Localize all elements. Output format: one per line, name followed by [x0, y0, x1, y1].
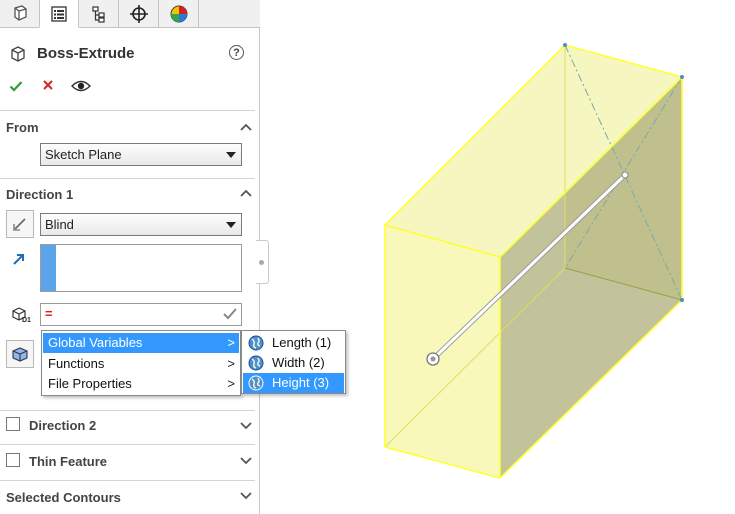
- crosshair-icon: [129, 5, 148, 23]
- chevron-down-icon[interactable]: [240, 457, 252, 465]
- vertex-point: [680, 298, 684, 302]
- end-condition-select[interactable]: Blind: [40, 213, 242, 236]
- section-title-direction2: Direction 2: [29, 418, 97, 433]
- chevron-up-icon[interactable]: [240, 189, 252, 197]
- property-manager-tab[interactable]: [39, 0, 79, 28]
- svg-text:D1: D1: [22, 317, 31, 323]
- graphics-viewport[interactable]: [270, 0, 735, 514]
- vertex-point: [680, 75, 684, 79]
- section-title-from: From: [6, 120, 39, 135]
- configuration-manager-tab[interactable]: [79, 0, 119, 28]
- section-title-thin-feature: Thin Feature: [29, 454, 108, 469]
- direction-selection-box[interactable]: [40, 244, 242, 292]
- equation-context-menu: Global Variables > Functions > File Prop…: [41, 330, 241, 396]
- global-variable-length[interactable]: Length (1): [243, 333, 344, 353]
- selection-active-stripe: [41, 245, 56, 291]
- direction2-checkbox[interactable]: [6, 417, 20, 431]
- equation-text: =: [45, 306, 53, 321]
- globe-icon: [248, 335, 264, 351]
- manager-tab-strip: [0, 0, 260, 28]
- section-title-direction1: Direction 1: [6, 187, 74, 202]
- global-variables-submenu: Length (1) Width (2) Height (3): [241, 330, 346, 394]
- start-condition-value: Sketch Plane: [45, 147, 122, 162]
- start-condition-select[interactable]: Sketch Plane: [40, 143, 242, 166]
- property-list-icon: [51, 5, 67, 22]
- display-manager-tab[interactable]: [159, 0, 199, 28]
- reverse-direction-icon: [13, 218, 26, 231]
- thin-feature-checkbox[interactable]: [6, 453, 20, 467]
- feature-tree-icon: [13, 5, 27, 21]
- help-icon[interactable]: ?: [229, 45, 244, 60]
- menu-item-global-variables[interactable]: Global Variables >: [43, 333, 239, 353]
- feature-manager-tab[interactable]: [0, 0, 40, 28]
- panel-resize-grip[interactable]: [256, 240, 269, 284]
- property-manager-panel: Boss-Extrude ? From Sketch Plane Directi…: [0, 0, 260, 514]
- submenu-arrow-icon: >: [227, 356, 235, 371]
- separator: [0, 110, 255, 111]
- direction-vector-icon: [13, 254, 24, 265]
- draft-button[interactable]: [6, 340, 34, 368]
- feature-title: Boss-Extrude: [37, 45, 135, 62]
- menu-item-file-properties[interactable]: File Properties >: [43, 374, 239, 394]
- global-variable-width[interactable]: Width (2): [243, 353, 344, 373]
- dropdown-arrow-icon: [226, 152, 236, 158]
- globe-icon: [248, 355, 264, 371]
- vertex-point: [563, 43, 567, 47]
- depth-dimension-icon: D1: [12, 307, 31, 323]
- globe-icon: [248, 375, 264, 391]
- chevron-down-icon[interactable]: [240, 492, 252, 500]
- depth-equation-input[interactable]: =: [40, 303, 242, 326]
- chevron-up-icon[interactable]: [240, 123, 252, 131]
- separator: [0, 480, 255, 481]
- dropdown-arrow-icon: [226, 222, 236, 228]
- draft-outward-icon: [12, 347, 28, 362]
- dimxpert-manager-tab[interactable]: [119, 0, 159, 28]
- reverse-direction-button[interactable]: [6, 210, 34, 238]
- chevron-down-icon[interactable]: [240, 422, 252, 430]
- section-title-selected-contours: Selected Contours: [6, 490, 121, 505]
- end-condition-value: Blind: [45, 217, 74, 232]
- submenu-arrow-icon: >: [227, 376, 235, 391]
- drag-handle-center: [430, 356, 436, 362]
- separator: [0, 410, 255, 411]
- arrow-handle[interactable]: [621, 171, 629, 179]
- preview-eye-icon[interactable]: [71, 79, 91, 93]
- cancel-x-icon[interactable]: [42, 79, 54, 91]
- separator: [0, 178, 255, 179]
- menu-item-functions[interactable]: Functions >: [43, 354, 239, 374]
- separator: [0, 444, 255, 445]
- accept-equation-check-icon[interactable]: [221, 305, 239, 323]
- submenu-arrow-icon: >: [227, 335, 235, 350]
- configuration-icon: [91, 6, 105, 23]
- extrude-cube-icon: [11, 46, 25, 62]
- global-variable-height[interactable]: Height (3): [243, 373, 344, 393]
- display-pie-icon: [170, 5, 187, 23]
- ok-check-icon[interactable]: [9, 79, 23, 93]
